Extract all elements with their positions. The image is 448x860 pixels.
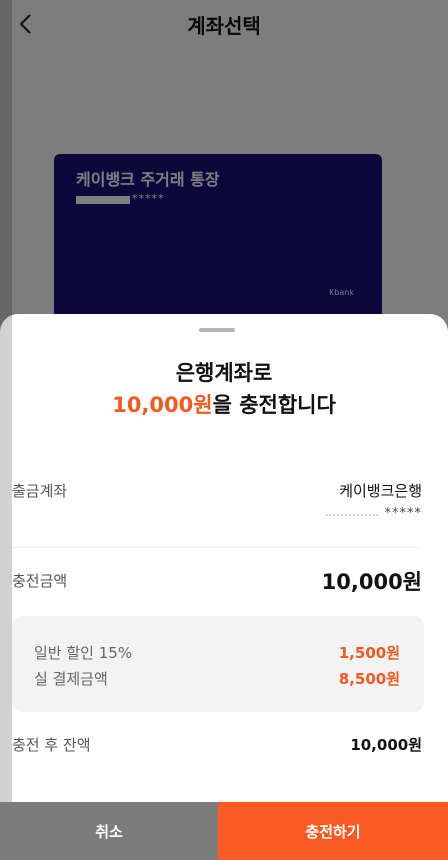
- final-payment-label: 실 결제금액: [34, 670, 108, 688]
- sheet-title-line1: 은행계좌로: [175, 361, 273, 385]
- sheet-title: 은행계좌로 10,000원을 충전합니다: [0, 358, 448, 420]
- charge-amount-highlight: 10,000원: [112, 393, 213, 417]
- sheet-title-suffix: 을 충전합니다: [212, 393, 336, 417]
- divider: [12, 547, 422, 548]
- withdraw-account-mask: [326, 514, 378, 516]
- final-payment-value: 8,500원: [338, 670, 400, 688]
- balance-after-label: 충전 후 잔액: [12, 736, 91, 754]
- discount-summary: 일반 할인 15% 1,500원 실 결제금액 8,500원: [12, 616, 424, 712]
- charge-amount-value: 10,000원: [321, 570, 422, 594]
- edge-shade: [0, 0, 12, 860]
- cancel-button[interactable]: 취소: [0, 802, 218, 860]
- discount-value: 1,500원: [338, 644, 400, 662]
- withdraw-account-number: *****: [384, 506, 422, 521]
- charge-confirm-sheet: 은행계좌로 10,000원을 충전합니다 출금계좌 케이뱅크은행 ***** 충…: [0, 314, 448, 860]
- charge-amount-label: 충전금액: [12, 572, 68, 590]
- charge-confirm-button[interactable]: 충전하기: [218, 802, 448, 860]
- balance-after-value: 10,000원: [350, 736, 422, 754]
- withdraw-bank-name: 케이뱅크은행: [339, 482, 422, 500]
- sheet-title-line2: 10,000원을 충전합니다: [0, 390, 448, 420]
- sheet-drag-handle[interactable]: [199, 328, 235, 332]
- discount-label: 일반 할인 15%: [34, 644, 133, 662]
- withdraw-account-label: 출금계좌: [12, 482, 68, 500]
